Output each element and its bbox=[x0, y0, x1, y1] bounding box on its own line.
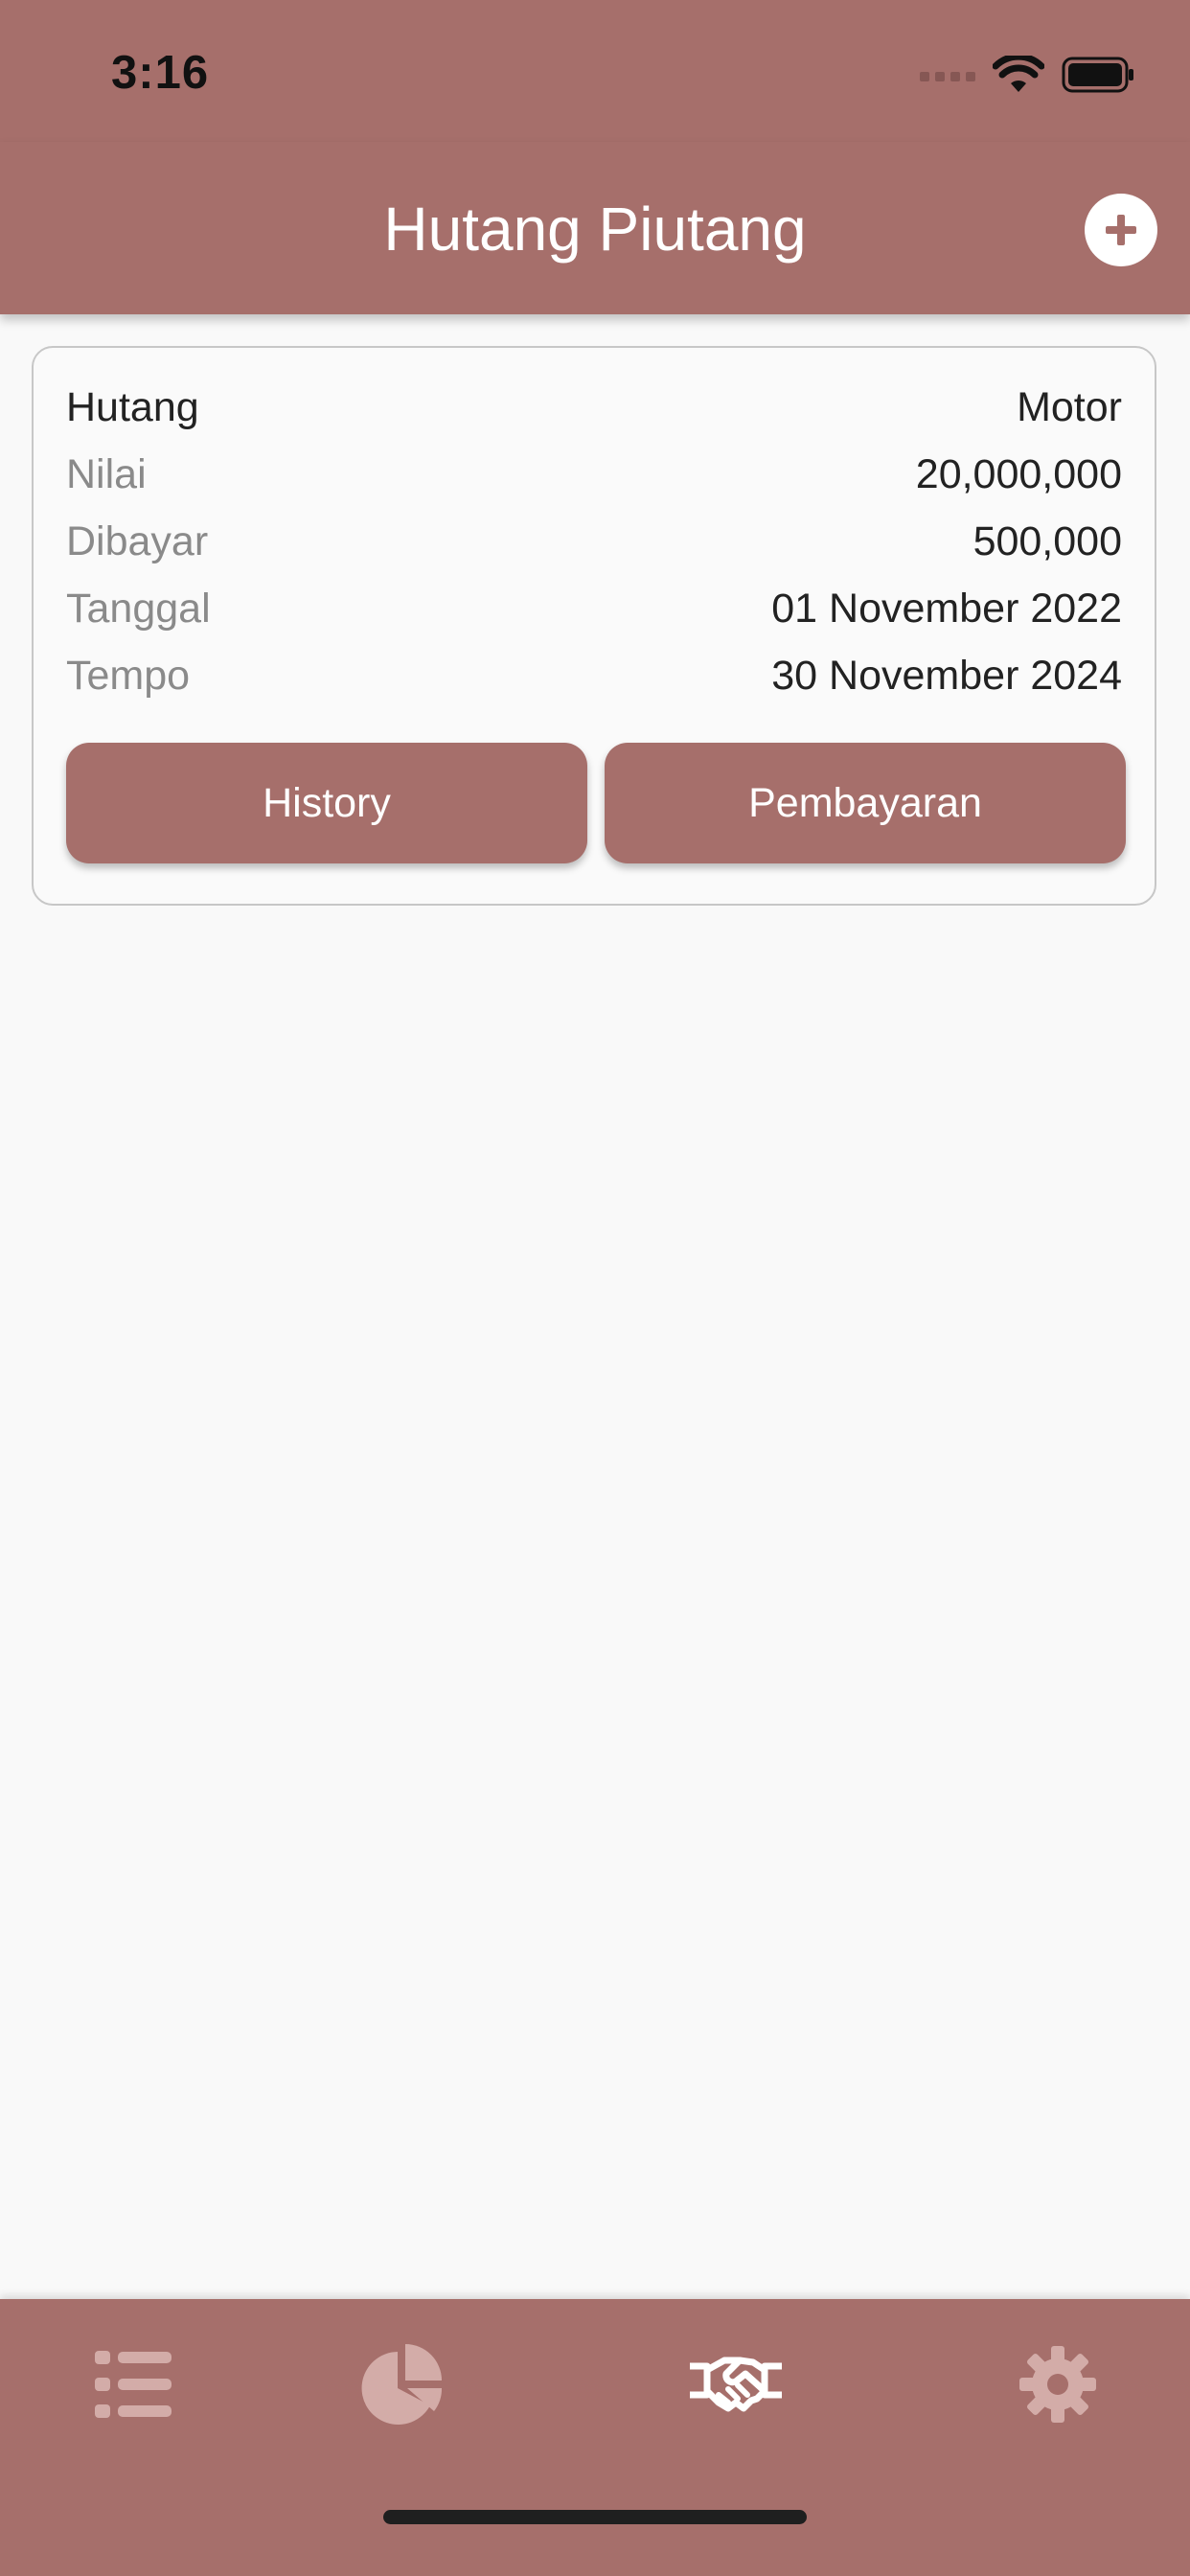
home-indicator-area bbox=[0, 2470, 1190, 2576]
page-title: Hutang Piutang bbox=[383, 195, 807, 264]
tanggal-row: Tanggal 01 November 2022 bbox=[66, 580, 1122, 637]
debt-card: Hutang Motor Nilai 20,000,000 Dibayar 50… bbox=[32, 346, 1156, 906]
tanggal-value: 01 November 2022 bbox=[771, 585, 1122, 632]
nav-item-chart[interactable] bbox=[308, 2299, 499, 2470]
signal-icon bbox=[920, 72, 975, 81]
tanggal-label: Tanggal bbox=[66, 585, 211, 632]
pie-chart-icon bbox=[361, 2344, 443, 2425]
wifi-icon bbox=[993, 56, 1044, 92]
handshake-icon bbox=[690, 2357, 782, 2412]
bottom-nav bbox=[0, 2299, 1190, 2470]
nilai-row: Nilai 20,000,000 bbox=[66, 446, 1122, 503]
tempo-value: 30 November 2024 bbox=[771, 652, 1122, 699]
add-button[interactable] bbox=[1085, 194, 1157, 266]
status-bar: 3:16 bbox=[0, 0, 1190, 142]
payment-button[interactable]: Pembayaran bbox=[605, 743, 1126, 863]
dibayar-row: Dibayar 500,000 bbox=[66, 513, 1122, 570]
nilai-label: Nilai bbox=[66, 450, 147, 497]
tempo-label: Tempo bbox=[66, 652, 191, 699]
history-button[interactable]: History bbox=[66, 743, 587, 863]
card-type-label: Hutang bbox=[66, 383, 199, 430]
dibayar-value: 500,000 bbox=[973, 518, 1122, 564]
nilai-value: 20,000,000 bbox=[915, 450, 1122, 497]
tempo-row: Tempo 30 November 2024 bbox=[66, 647, 1122, 704]
dibayar-label: Dibayar bbox=[66, 518, 209, 564]
nav-item-debts[interactable] bbox=[640, 2299, 832, 2470]
nav-item-list[interactable] bbox=[37, 2299, 229, 2470]
list-icon bbox=[95, 2351, 172, 2418]
home-indicator[interactable] bbox=[383, 2510, 807, 2524]
status-time: 3:16 bbox=[111, 47, 210, 99]
plus-icon bbox=[1106, 215, 1136, 245]
card-type-value: Motor bbox=[1017, 383, 1122, 430]
nav-item-settings[interactable] bbox=[962, 2299, 1154, 2470]
app-header: Hutang Piutang bbox=[0, 142, 1190, 314]
status-icons bbox=[920, 56, 1134, 94]
card-type-row: Hutang Motor bbox=[66, 379, 1122, 436]
battery-icon bbox=[1062, 57, 1133, 93]
gear-icon bbox=[1019, 2346, 1096, 2423]
